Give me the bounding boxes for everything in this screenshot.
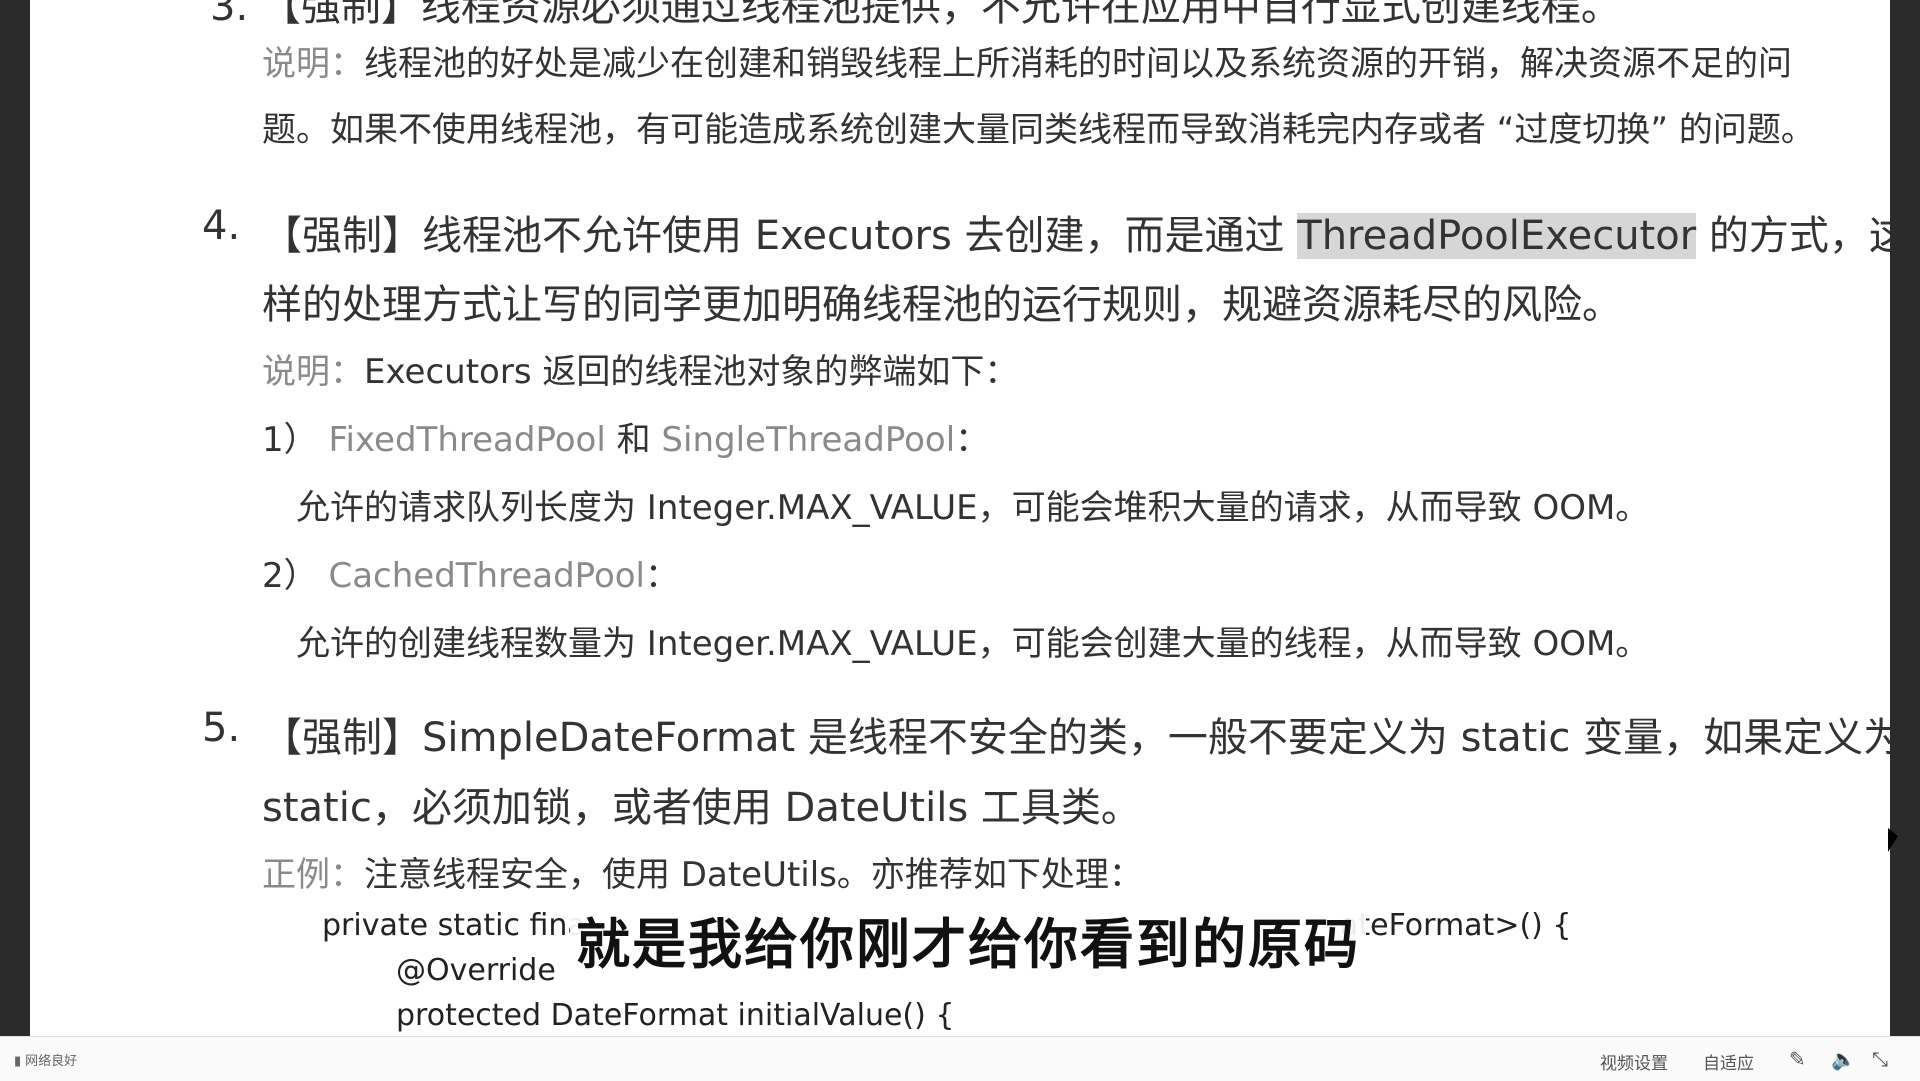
document-page: 3. 【强制】线程资源必须通过线程池提供，不允许在应用中自行显式创建线程。 说明…	[30, 0, 1890, 1036]
note-text: 线程池的好处是减少在创建和销毁线程上所消耗的时间以及系统资源的开销，解决资源不足…	[364, 44, 1792, 84]
signal-icon: ▮	[14, 1054, 22, 1069]
item-5-line1: 【强制】SimpleDateFormat 是线程不安全的类，一般不要定义为 st…	[262, 715, 1890, 761]
fullscreen-exit-icon[interactable]: ⤡	[1872, 1047, 1888, 1071]
item-5-line2: static，必须加锁，或者使用 DateUtils 工具类。	[262, 785, 1141, 831]
sub-item-1-title2: SingleThreadPool	[661, 420, 956, 460]
code-line-1-right: ateFormat>() {	[1340, 908, 1572, 943]
sub-item-1-colon: ：	[955, 420, 990, 460]
volume-icon[interactable]: 🔈	[1831, 1047, 1856, 1071]
code-line-2: @Override	[396, 953, 556, 988]
example-label: 正例：	[262, 855, 364, 895]
item-4-line1: 【强制】线程池不允许使用 Executors 去创建，而是通过 ThreadPo…	[262, 203, 1890, 261]
selected-text-threadpoolexecutor[interactable]: ThreadPoolExecutor	[1297, 213, 1697, 259]
code-line-1-left: private static fina	[322, 908, 586, 943]
sub-item-1-desc: 允许的请求队列长度为 Integer.MAX_VALUE，可能会堆积大量的请求，…	[296, 488, 1650, 528]
video-subtitle: 就是我给你刚才给你看到的原码	[570, 900, 1366, 979]
network-status: ▮ 网络良好	[14, 1050, 77, 1069]
note-label: 说明：	[262, 352, 364, 392]
sub-item-1-and: 和	[605, 420, 662, 460]
player-control-bar: ▮ 网络良好 视频设置 自适应 ✎ 🔈 ⤡	[0, 1036, 1920, 1081]
sub-item-2-title: CachedThreadPool	[328, 556, 645, 596]
note1-line1: 说明：线程池的好处是减少在创建和销毁线程上所消耗的时间以及系统资源的开销，解决资…	[262, 36, 1792, 85]
sub-item-2-desc: 允许的创建线程数量为 Integer.MAX_VALUE，可能会创建大量的线程，…	[296, 624, 1650, 664]
sub-item-2-colon: ：	[645, 556, 679, 596]
video-settings-button[interactable]: 视频设置	[1600, 1049, 1668, 1074]
note-label: 说明：	[262, 44, 364, 84]
item-4-line2: 样的处理方式让写的同学更加明确线程池的运行规则，规避资源耗尽的风险。	[262, 282, 1622, 328]
example-text: 注意线程安全，使用 DateUtils。亦推荐如下处理：	[364, 855, 1143, 895]
network-status-label: 网络良好	[25, 1054, 78, 1069]
note1-line2: 题。如果不使用线程池，有可能造成系统创建大量同类线程而导致消耗完内存或者 “过度…	[262, 110, 1815, 150]
sub-item-1-title: FixedThreadPool	[328, 420, 606, 460]
partial-item-3: 3. 【强制】线程资源必须通过线程池提供，不允许在应用中自行显式创建线程。	[210, 0, 1621, 30]
item-4-post: 的方式，这	[1696, 213, 1890, 259]
sub-item-2: 2） CachedThreadPool：	[262, 548, 679, 597]
sub-item-1-number: 1）	[262, 420, 318, 460]
code-line-3: protected DateFormat initialValue() {	[396, 998, 955, 1033]
item-5-number: 5.	[202, 705, 241, 751]
pen-icon[interactable]: ✎	[1789, 1047, 1806, 1071]
sub-item-2-number: 2）	[262, 556, 318, 596]
note2-line: 说明：Executors 返回的线程池对象的弊端如下：	[262, 344, 1018, 393]
example-line: 正例：注意线程安全，使用 DateUtils。亦推荐如下处理：	[262, 847, 1143, 896]
sub-item-1: 1） FixedThreadPool 和 SingleThreadPool：	[262, 412, 989, 461]
item-4-number: 4.	[202, 203, 241, 249]
note-text: Executors 返回的线程池对象的弊端如下：	[364, 352, 1019, 392]
item-4-pre: 【强制】线程池不允许使用 Executors 去创建，而是通过	[262, 213, 1298, 259]
adaptive-quality-button[interactable]: 自适应	[1703, 1049, 1754, 1074]
mouse-cursor-icon	[1888, 828, 1898, 852]
